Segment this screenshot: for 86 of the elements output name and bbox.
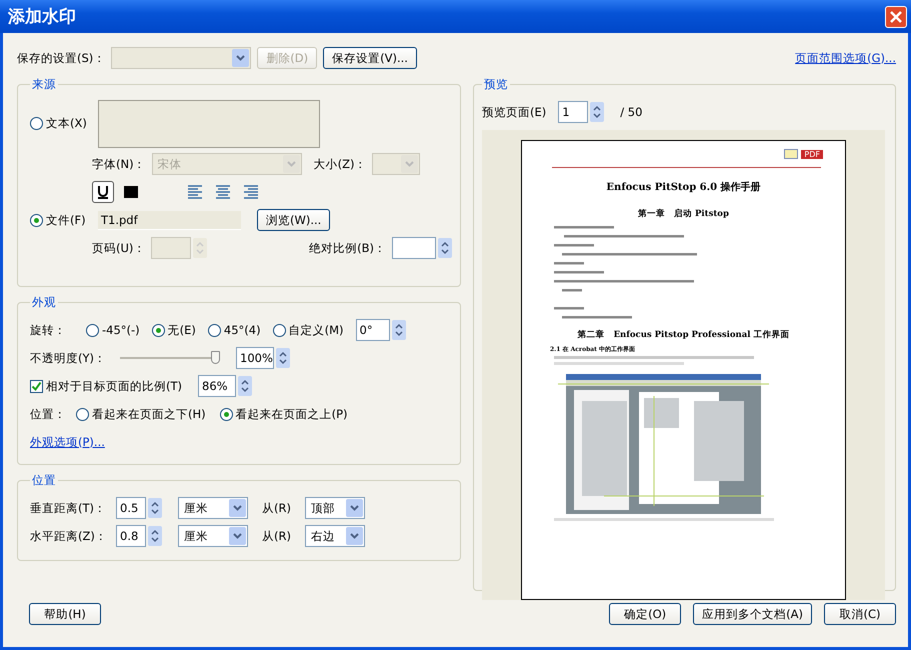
dialog-button[interactable]: 确定(O): [609, 603, 682, 625]
saved-settings-label: 保存的设置(S)：: [17, 50, 106, 66]
rotation-field[interactable]: 0°: [356, 319, 390, 341]
distance-label: 水平距离(Z)：: [30, 528, 108, 544]
page-total-label: / 50: [620, 105, 642, 119]
unit-dropdown[interactable]: 厘米: [178, 497, 248, 519]
chevron-down-icon: [346, 527, 363, 545]
page-number-label: 页码(U)：: [92, 240, 146, 256]
help-button[interactable]: 帮助(H): [29, 603, 101, 625]
file-path-field[interactable]: T1.pdf: [98, 210, 241, 230]
spin-button[interactable]: [392, 320, 406, 340]
chevron-down-icon: [346, 499, 363, 517]
up-down-arrows-icon: [240, 379, 250, 393]
font-label: 字体(N)：: [92, 156, 146, 172]
radio-option[interactable]: 文本(X): [30, 116, 92, 131]
chevron-down-icon: [282, 155, 300, 173]
group-title: 位置: [31, 473, 57, 488]
from-dropdown[interactable]: 右边: [304, 525, 365, 547]
from-label: 从(R): [262, 528, 291, 544]
chevron-down-icon: [229, 527, 246, 545]
distance-field[interactable]: 0.8: [116, 525, 146, 547]
group-title: 来源: [31, 77, 57, 92]
underline-button[interactable]: [92, 181, 114, 203]
unit-dropdown[interactable]: 厘米: [178, 525, 248, 547]
spin-button[interactable]: [276, 348, 290, 368]
radio-option[interactable]: 看起来在页面之下(H): [76, 406, 206, 422]
slider-thumb[interactable]: [211, 351, 220, 364]
chevron-down-icon: [232, 49, 250, 67]
radio-option[interactable]: 45°(4): [208, 323, 261, 337]
radio-option[interactable]: 看起来在页面之上(P): [220, 406, 348, 422]
from-label: 从(R): [262, 500, 291, 516]
align-lines-icon: [187, 184, 203, 200]
scale-percent-field[interactable]: 86%: [198, 375, 236, 397]
spin-button[interactable]: [148, 526, 162, 546]
distance-field[interactable]: 0.5: [116, 497, 146, 519]
radio-option[interactable]: 文件(F): [30, 212, 92, 228]
appearance-options-link[interactable]: 外观选项(P)...: [30, 434, 105, 450]
up-down-arrows-icon: [440, 241, 450, 255]
chevron-down-icon: [229, 499, 246, 517]
checkbox-option[interactable]: 相对于目标页面的比例(T): [30, 378, 182, 394]
up-down-arrows-icon: [592, 105, 602, 119]
page-number-field[interactable]: [151, 237, 192, 259]
rotation-label: 旋转：: [30, 322, 67, 338]
preview-page-field[interactable]: 1: [558, 101, 588, 123]
opacity-label: 不透明度(Y)：: [30, 350, 107, 366]
scale-field[interactable]: [392, 237, 436, 259]
spin-button[interactable]: [590, 102, 604, 122]
checkmark-icon: [31, 380, 42, 392]
preview-page-label: 预览页面(E): [482, 104, 546, 120]
opacity-field[interactable]: 100%: [236, 347, 274, 369]
radio-option[interactable]: 自定义(M): [272, 322, 344, 338]
align-lines-icon: [215, 184, 231, 200]
logo-badge: PDF: [801, 150, 823, 158]
distance-label: 垂直距离(T)：: [30, 500, 107, 516]
radio-option[interactable]: 无(E): [152, 322, 196, 338]
up-down-arrows-icon: [150, 501, 160, 515]
up-down-arrows-icon: [394, 323, 404, 337]
logo-icon: [784, 149, 798, 159]
size-label: 大小(Z)：: [314, 156, 366, 172]
radio-option[interactable]: -45°(-): [86, 323, 140, 337]
spin-button[interactable]: [238, 376, 252, 396]
window-title: 添加水印: [8, 6, 76, 28]
chapter-heading: 第一章 启动 Pitstop: [638, 208, 729, 220]
spin-button[interactable]: [148, 498, 162, 518]
group-title: 预览: [483, 77, 509, 92]
document-title: Enfocus PitStop 6.0 操作手册: [606, 180, 761, 194]
browse-button[interactable]: 浏览(W)...: [257, 209, 330, 231]
position-label: 位置：: [30, 406, 67, 422]
dialog-button[interactable]: 应用到多个文档(A): [693, 603, 812, 625]
scale-label: 绝对比例(B)：: [309, 240, 386, 256]
color-swatch-icon: [124, 186, 138, 198]
chevron-down-icon: [401, 155, 418, 173]
spin-button[interactable]: [438, 238, 452, 258]
from-dropdown[interactable]: 顶部: [304, 497, 365, 519]
group-title: 外观: [31, 295, 57, 310]
close-icon: [889, 10, 903, 24]
text-input-field[interactable]: [98, 100, 320, 148]
up-down-arrows-icon: [150, 529, 160, 543]
up-down-arrows-icon: [195, 241, 206, 255]
align-lines-icon: [243, 184, 259, 200]
close-button[interactable]: [885, 6, 907, 28]
dialog-button[interactable]: 取消(C): [824, 603, 896, 625]
up-down-arrows-icon: [278, 351, 288, 365]
chapter-heading: 第二章 Enfocus Pitstop Professional 工作界面: [578, 329, 790, 341]
page-range-options-link[interactable]: 页面范围选项(G)...: [795, 50, 896, 66]
underline-icon: [97, 185, 109, 199]
